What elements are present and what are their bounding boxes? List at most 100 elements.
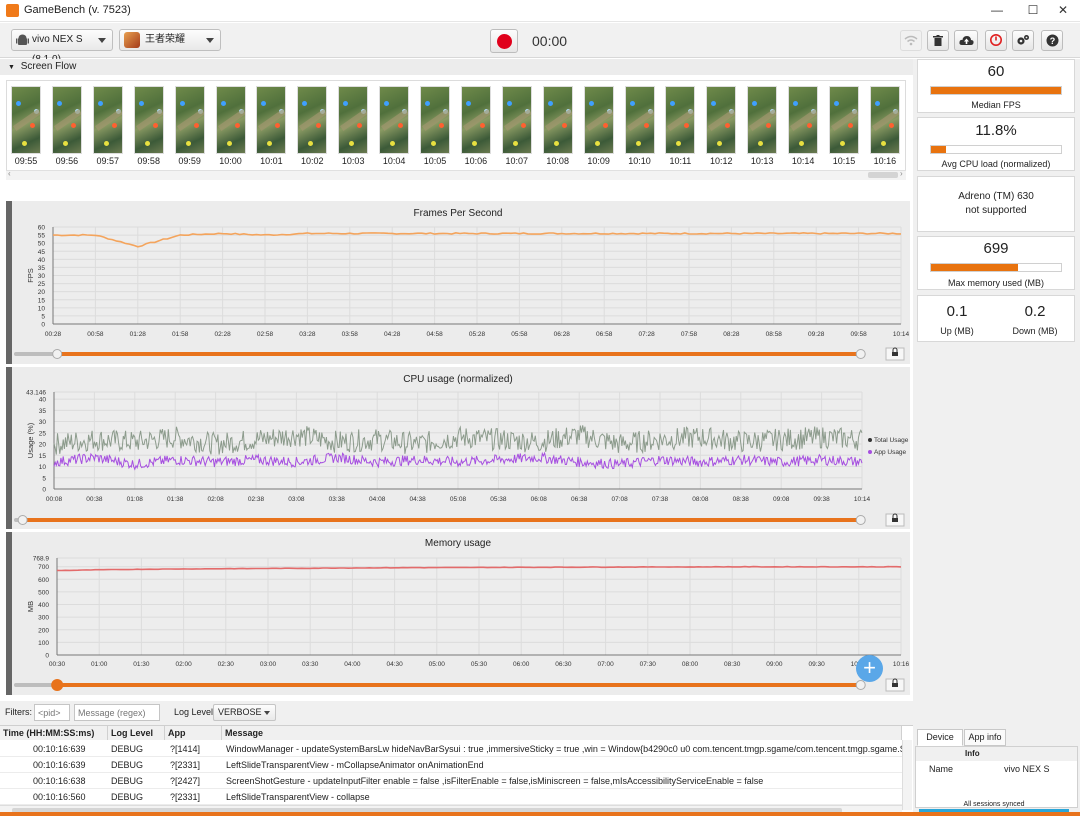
y-axis-label: FPS [26, 268, 35, 283]
pid-filter-input[interactable] [34, 704, 70, 721]
y-tick-label: 5 [42, 475, 46, 482]
log-message: ScreenShotGesture - updateInputFilter en… [226, 776, 764, 786]
gpu-name: Adreno (TM) 630 [958, 191, 1034, 202]
x-tick-label: 03:28 [299, 331, 316, 338]
y-tick-label: 15 [38, 297, 46, 304]
log-row[interactable]: 00:10:16:639 DEBUG ?[1414] WindowManager - … [0, 741, 902, 757]
lock-icon [892, 352, 898, 356]
y-tick-label: 25 [39, 430, 47, 437]
y-tick-label: 50 [38, 241, 46, 248]
device-info-table: Info Name vivo NEX S [915, 746, 1078, 808]
power-button[interactable] [985, 30, 1007, 51]
y-tick-label: 200 [38, 627, 49, 634]
message-filter-input[interactable] [74, 704, 160, 721]
cloud-upload-icon [958, 36, 974, 45]
column-header-level[interactable]: Log Level [108, 726, 165, 740]
add-button[interactable]: + [856, 655, 883, 682]
help-icon: ? [1046, 34, 1058, 47]
x-tick-label: 06:38 [571, 496, 588, 503]
column-header-app[interactable]: App [165, 726, 222, 740]
y-axis-label: MB [26, 601, 35, 612]
tab-device-info[interactable]: Device info [917, 729, 963, 757]
log-row[interactable]: 00:10:16:638 DEBUG ?[2427] ScreenShotGestur… [0, 773, 902, 789]
x-tick-label: 09:38 [813, 496, 830, 503]
upload-button[interactable] [954, 30, 978, 51]
y-tick-label: 600 [38, 577, 49, 584]
y-axis-label: Usage (%) [26, 422, 35, 458]
x-tick-label: 02:00 [175, 661, 192, 668]
charts-canvas: 60555045403530252015105000:28 00:58 01:28 0… [14, 225, 910, 692]
y-tick-label: 43.146 [26, 390, 46, 397]
x-tick-label: 01:58 [172, 331, 189, 338]
log-vertical-scrollbar[interactable] [902, 740, 912, 810]
sync-status: All sessions synced [963, 801, 1025, 808]
x-tick-label: 03:00 [260, 661, 277, 668]
median-fps-bar [930, 86, 1062, 95]
x-tick-label: 00:58 [87, 331, 104, 338]
tab-app-info[interactable]: App info [964, 729, 1006, 746]
x-tick-label: 01:38 [167, 496, 184, 503]
column-header-message[interactable]: Message [222, 726, 902, 740]
log-level: DEBUG [111, 744, 144, 754]
trash-icon [933, 35, 943, 46]
y-tick-label: 10 [39, 464, 47, 471]
x-tick-label: 08:08 [692, 496, 709, 503]
maximize-button[interactable]: ☐ [1016, 0, 1050, 22]
y-tick-label: 300 [38, 615, 49, 622]
network-up-label: Up (MB) [940, 326, 974, 336]
x-tick-label: 09:58 [850, 331, 867, 338]
legend-marker [868, 438, 872, 442]
x-tick-label: 02:30 [218, 661, 235, 668]
slider-start-handle [52, 349, 63, 359]
x-tick-label: 09:08 [773, 496, 790, 503]
device-info-header: Info [916, 747, 1077, 761]
legend-marker [868, 450, 872, 454]
x-tick-label: 00:38 [86, 496, 103, 503]
x-tick-label: 07:08 [611, 496, 628, 503]
gpu-card: Adreno (TM) 630 not supported [917, 176, 1075, 232]
x-tick-label: 09:30 [808, 661, 825, 668]
slider-left-track [14, 683, 58, 687]
max-memory-bar [930, 263, 1062, 272]
minimize-button[interactable]: — [980, 0, 1014, 22]
device-info-row: Name vivo NEX S [916, 762, 1077, 776]
y-tick-label: 30 [39, 419, 47, 426]
y-tick-label: 40 [38, 257, 46, 264]
log-row[interactable]: 00:10:16:639 DEBUG ?[2331] LeftSlideTranspa… [0, 757, 902, 773]
x-tick-label: 04:58 [426, 331, 443, 338]
max-memory-caption: Max memory used (MB) [947, 278, 1045, 288]
x-tick-label: 08:00 [682, 661, 699, 668]
x-tick-label: 06:08 [531, 496, 548, 503]
y-tick-label: 35 [38, 265, 46, 272]
y-tick-label: 10 [38, 305, 46, 312]
close-button[interactable]: ✕ [1046, 0, 1080, 22]
x-tick-label: 03:58 [342, 331, 359, 338]
x-tick-label: 04:08 [369, 496, 386, 503]
y-tick-label: 0 [45, 653, 49, 660]
column-header-time[interactable]: Time (HH:MM:SS:ms) [0, 726, 108, 740]
delete-button[interactable] [927, 30, 949, 51]
log-level: DEBUG [111, 792, 144, 802]
log-level-select[interactable]: VERBOSE [213, 704, 276, 721]
settings-icon [1017, 35, 1029, 45]
log-time: 00:10:16:638 [33, 776, 86, 786]
slider-end-handle [855, 680, 866, 690]
x-tick-label: 08:58 [766, 331, 783, 338]
max-memory-value: 699 [983, 240, 1009, 257]
x-tick-label: 09:28 [808, 331, 825, 338]
x-tick-label: 08:28 [723, 331, 740, 338]
settings-button[interactable] [1012, 30, 1034, 51]
device-info-panel: Device info App info Info Name vivo NEX … [913, 725, 1080, 816]
help-button[interactable]: ? [1041, 30, 1063, 51]
x-tick-label: 05:58 [511, 331, 528, 338]
network-down-value: 0.2 [1024, 303, 1046, 320]
x-tick-label: 02:28 [214, 331, 231, 338]
log-time: 00:10:16:639 [33, 744, 86, 754]
x-tick-label: 02:08 [207, 496, 224, 503]
x-tick-label: 09:00 [766, 661, 783, 668]
y-tick-label: 768.9 [33, 556, 50, 563]
log-app: ?[2331] [170, 792, 201, 802]
network-card: 0.1 Up (MB) 0.2 Down (MB) [917, 295, 1075, 342]
y-tick-label: 100 [38, 640, 49, 647]
log-row[interactable]: 00:10:16:560 DEBUG ?[2331] LeftSlideTranspa… [0, 789, 902, 805]
